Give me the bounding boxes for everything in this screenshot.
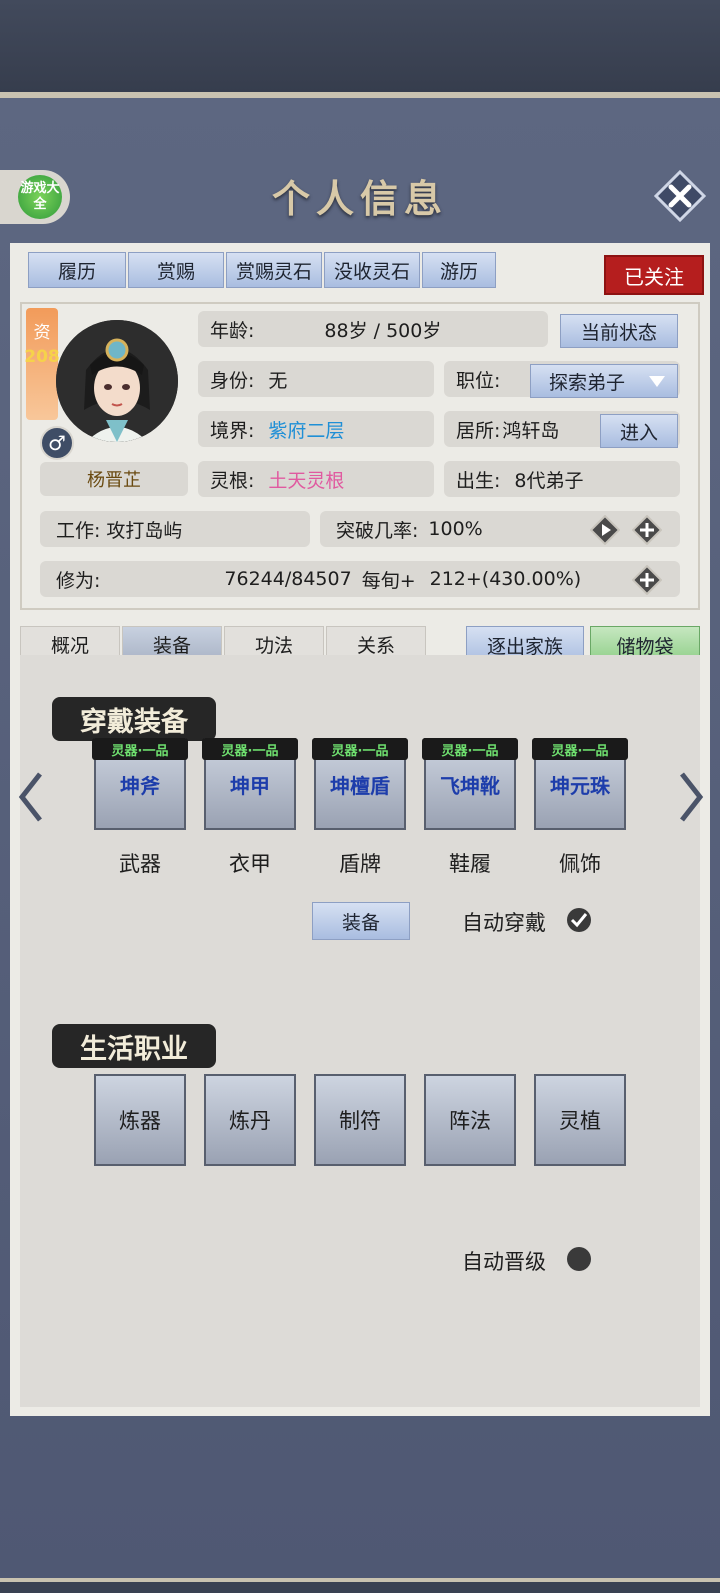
identity-field: 身份: 无: [198, 361, 434, 397]
breakthrough-field: 突破几率: 100%: [320, 511, 680, 547]
grade-tag: 灵器·一品: [532, 738, 628, 760]
aptitude-label: 资: [33, 323, 51, 343]
career-alchemy[interactable]: 炼丹: [204, 1074, 296, 1166]
close-icon[interactable]: [654, 170, 706, 222]
grade-tag: 灵器·一品: [92, 738, 188, 760]
tab-confiscate-stones[interactable]: 没收灵石: [324, 252, 420, 288]
spirit-root-field: 灵根: 土天灵根: [198, 461, 434, 497]
position-select[interactable]: 探索弟子: [530, 364, 678, 398]
aptitude-value: 208: [24, 347, 60, 367]
auto-wear-check-icon[interactable]: [566, 907, 592, 933]
chevron-down-icon: [649, 376, 665, 387]
character-name: 杨晋芷: [40, 462, 188, 496]
careers-section-title: 生活职业: [52, 1024, 216, 1068]
identity-label: 身份:: [210, 369, 255, 392]
item-name: 坤檀盾: [330, 774, 390, 798]
position-label: 职位:: [456, 369, 501, 392]
career-talisman[interactable]: 制符: [314, 1074, 406, 1166]
birth-field: 出生: 8代弟子: [444, 461, 680, 497]
slot-label-shield: 盾牌: [339, 852, 381, 876]
age-label: 年龄:: [210, 319, 255, 342]
bottom-bar: [0, 1582, 720, 1593]
male-gender-icon: ♂: [40, 426, 74, 460]
tab-reward-stones[interactable]: 赏赐灵石: [226, 252, 322, 288]
job-value: 攻打岛屿: [106, 519, 183, 542]
current-status-button[interactable]: 当前状态: [560, 314, 678, 348]
career-refining[interactable]: 炼器: [94, 1074, 186, 1166]
cultivation-field: 修为: 76244/84507 每旬+ 212+(430.00%): [40, 561, 680, 597]
item-name: 坤元珠: [550, 774, 610, 798]
top-bar: [0, 0, 720, 92]
residence-label: 居所:: [456, 419, 501, 442]
job-label: 工作:: [56, 519, 101, 542]
equipment-section-title: 穿戴装备: [52, 697, 216, 741]
slot-label-shoes: 鞋履: [449, 852, 491, 876]
spirit-root-label: 灵根:: [210, 469, 255, 492]
slot-label-weapon: 武器: [119, 852, 161, 876]
realm-field: 境界: 紫府二层: [198, 411, 434, 447]
residence-value: 鸿轩岛: [502, 419, 560, 442]
equipment-slot-accessory[interactable]: 灵器·一品 坤元珠: [532, 738, 628, 830]
grade-tag: 灵器·一品: [202, 738, 298, 760]
job-field: 工作: 攻打岛屿: [40, 511, 310, 547]
birth-label: 出生:: [456, 469, 501, 492]
item-name: 飞坤靴: [440, 774, 500, 798]
enter-residence-button[interactable]: 进入: [600, 414, 678, 448]
equip-button[interactable]: 装备: [312, 902, 410, 940]
breakthrough-value: 100%: [428, 518, 483, 540]
portrait-icon: [56, 320, 178, 442]
plus-icon[interactable]: [632, 515, 662, 545]
slot-label-armor: 衣甲: [229, 852, 271, 876]
per-turn-value: 212+(430.00%): [429, 568, 582, 590]
cultivation-label: 修为:: [56, 569, 101, 592]
auto-upgrade-toggle-icon[interactable]: [566, 1246, 592, 1272]
chevron-left-icon[interactable]: [16, 770, 46, 824]
career-formation[interactable]: 阵法: [424, 1074, 516, 1166]
tab-reward[interactable]: 赏赐: [128, 252, 224, 288]
birth-value: 8代弟子: [514, 469, 584, 492]
realm-label: 境界:: [210, 419, 255, 442]
age-value: 88岁 / 500岁: [324, 319, 442, 342]
identity-value: 无: [268, 369, 288, 392]
realm-value: 紫府二层: [268, 419, 345, 442]
plus-icon[interactable]: [632, 565, 662, 595]
cultivation-value: 76244/84507: [224, 568, 352, 590]
follow-button[interactable]: 已关注: [604, 255, 704, 295]
auto-wear-label: 自动穿戴: [462, 911, 546, 935]
grade-tag: 灵器·一品: [422, 738, 518, 760]
tab-travel[interactable]: 游历: [422, 252, 496, 288]
career-herbalism[interactable]: 灵植: [534, 1074, 626, 1166]
aptitude-banner: 资 208: [24, 308, 60, 420]
per-turn-label: 每旬+: [361, 569, 416, 592]
avatar[interactable]: [56, 320, 178, 442]
equipment-slot-shield[interactable]: 灵器·一品 坤檀盾: [312, 738, 408, 830]
page-title: 个人信息: [271, 176, 448, 221]
breakthrough-label: 突破几率:: [336, 519, 419, 542]
age-field: 年龄: 88岁 / 500岁: [198, 311, 548, 347]
position-select-value: 探索弟子: [549, 371, 626, 394]
grade-tag: 灵器·一品: [312, 738, 408, 760]
play-icon[interactable]: [590, 515, 620, 545]
chevron-right-icon[interactable]: [676, 770, 706, 824]
equipment-slot-shoes[interactable]: 灵器·一品 飞坤靴: [422, 738, 518, 830]
item-name: 坤斧: [120, 774, 160, 798]
auto-upgrade-label: 自动晋级: [462, 1250, 546, 1274]
tab-history[interactable]: 履历: [28, 252, 126, 288]
equipment-slot-armor[interactable]: 灵器·一品 坤甲: [202, 738, 298, 830]
spirit-root-value: 土天灵根: [268, 469, 345, 492]
equipment-slot-weapon[interactable]: 灵器·一品 坤斧: [92, 738, 188, 830]
item-name: 坤甲: [230, 774, 270, 798]
slot-label-accessory: 佩饰: [559, 852, 601, 876]
